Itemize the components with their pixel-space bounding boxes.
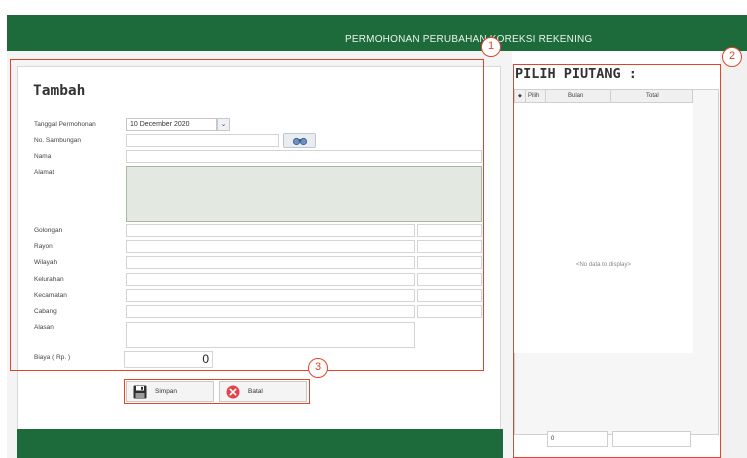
form-footer-bar xyxy=(17,429,503,458)
callout-box-3 xyxy=(124,379,310,404)
right-edge xyxy=(720,51,747,458)
callout-badge-3: 3 xyxy=(308,358,328,378)
callout-box-1 xyxy=(10,59,484,371)
callout-badge-2: 2 xyxy=(722,47,742,67)
app-header: PERMOHONAN PERUBAHAN KOREKSI REKENING xyxy=(7,15,747,51)
page-title: PERMOHONAN PERUBAHAN KOREKSI REKENING xyxy=(345,34,593,45)
callout-box-2 xyxy=(513,64,721,458)
callout-badge-1: 1 xyxy=(481,37,501,57)
